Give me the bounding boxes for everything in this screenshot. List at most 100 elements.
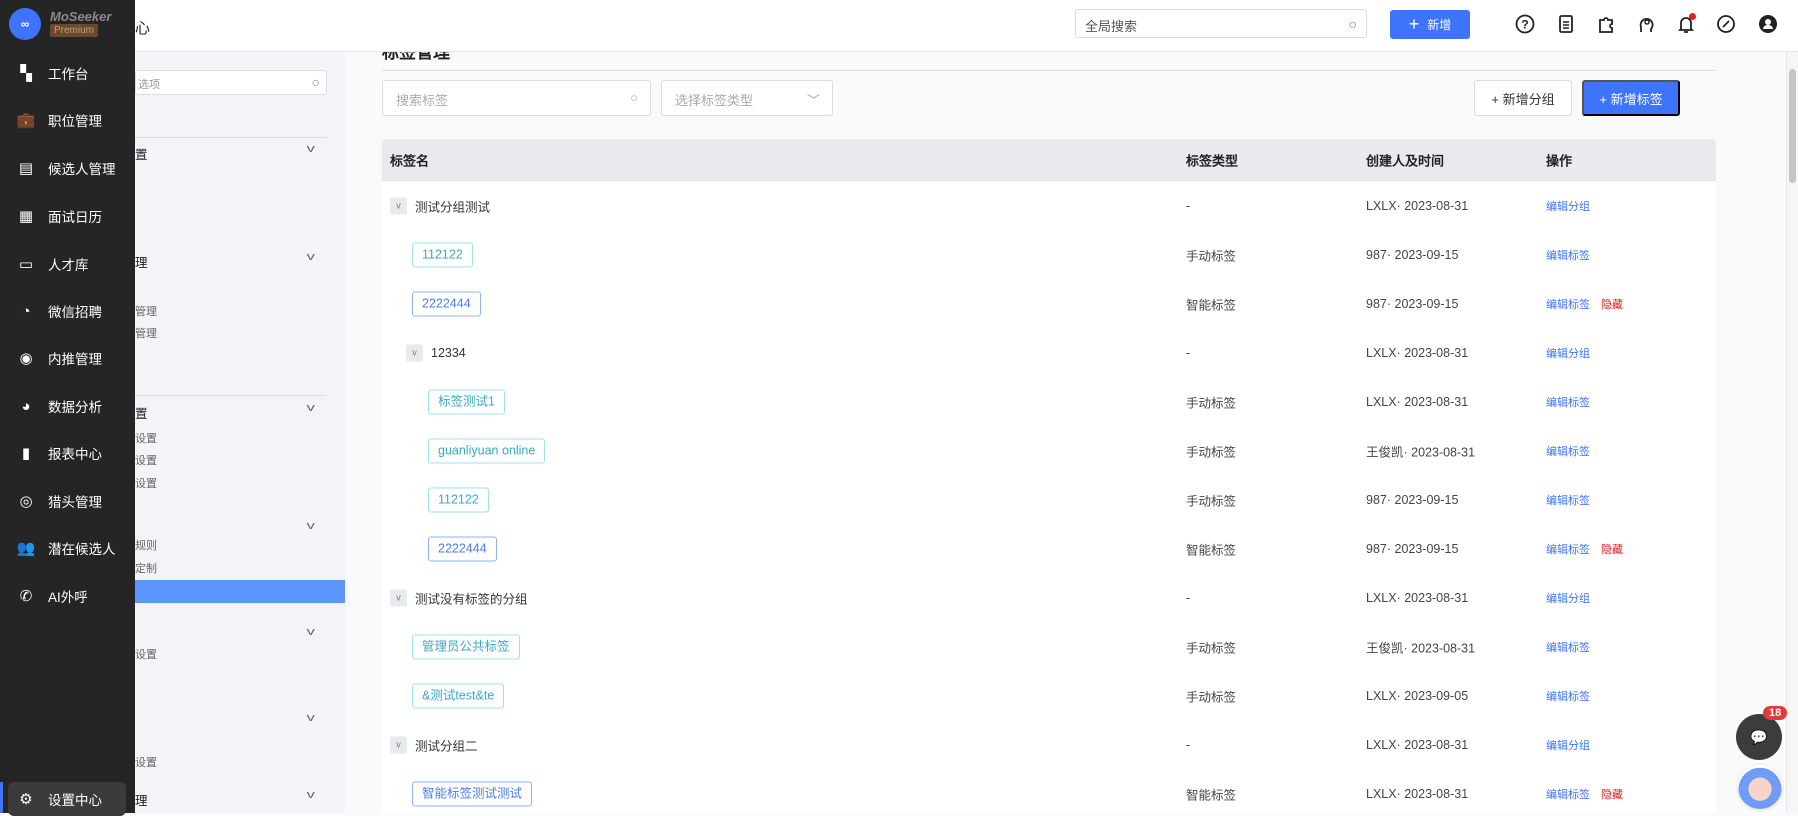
nav-item-5[interactable]: ▭ 人才库 [0,244,135,284]
notification-bell-icon[interactable] [1674,12,1698,36]
subnav-item[interactable]: 理 [135,790,148,809]
table-row: guanliyuan online 手动标签 王俊凯· 2023-08-31 编辑标签 [382,426,1716,475]
tag-chip[interactable]: 2222444 [412,291,481,316]
hide-link[interactable]: 隐藏 [1601,541,1623,557]
hide-link[interactable]: 隐藏 [1601,786,1623,802]
table-row: v 测试分组二 - LXLX· 2023-08-31 编辑分组 [382,720,1716,769]
subnav-item[interactable]: 设置 [135,452,157,468]
table-row: v 12334 - LXLX· 2023-08-31 编辑分组 [382,328,1716,377]
creator-time: LXLX· 2023-08-31 [1366,345,1469,360]
subnav-item[interactable]: 设置 [135,430,157,446]
subnav-item[interactable]: 规则 [135,537,157,553]
tag-search-input[interactable]: 搜索标签 ○ [382,80,651,116]
scrollbar-thumb[interactable] [1789,69,1796,183]
edit-tag-link[interactable]: 编辑标签 [1546,639,1590,655]
chevron-down-icon[interactable]: v [307,520,315,532]
edit-tag-link[interactable]: 编辑标签 [1546,247,1590,263]
chevron-down-icon: ﹀ [806,93,820,108]
subnav-divider [135,395,327,396]
subnav-item[interactable]: 设置 [135,754,157,770]
help-icon[interactable]: ? [1513,12,1537,36]
chevron-down-icon[interactable]: v [307,251,315,263]
link-icon[interactable] [1714,12,1738,36]
add-group-button[interactable]: + 新增分组 [1474,80,1572,116]
nav-item-9[interactable]: ▮ 报表中心 [0,433,135,473]
chevron-down-icon[interactable]: v [307,712,315,724]
nav-item-8[interactable]: ◕ 数据分析 [0,386,135,426]
subnav-search-input[interactable]: 选项 ○ [135,70,327,95]
edit-tag-link[interactable]: 编辑标签 [1546,541,1590,557]
active-indicator [0,782,3,813]
tag-chip[interactable]: 112122 [428,487,489,512]
tag-chip[interactable]: 智能标签测试测试 [412,781,533,806]
tag-chip[interactable]: 2222444 [428,536,497,561]
nav-item-label: 报表中心 [48,447,102,462]
collapse-toggle-chevron-icon[interactable]: v [390,736,407,753]
edit-group-link[interactable]: 编辑分组 [1546,590,1590,606]
tag-type-select[interactable]: 选择标签类型 ﹀ [661,80,833,116]
table-header: 标签名 标签类型 创建人及时间 操作 [382,139,1716,181]
subnav-item[interactable]: 置 [135,403,148,422]
collapse-toggle-chevron-icon[interactable]: v [406,344,423,361]
chat-button[interactable]: 💬 [1736,714,1782,760]
brain-icon[interactable] [1634,12,1658,36]
tag-chip[interactable]: 标签测试1 [428,389,505,414]
tag-chip[interactable]: guanliyuan online [428,438,546,463]
chevron-down-icon[interactable]: v [307,789,315,801]
subnav-item[interactable]: 置 [135,144,148,163]
edit-group-link[interactable]: 编辑分组 [1546,345,1590,361]
chevron-down-icon[interactable]: v [307,143,315,155]
moseeker-logo[interactable]: ∞ [9,8,41,40]
hide-link[interactable]: 隐藏 [1601,296,1623,312]
tag-chip[interactable]: 112122 [412,242,473,267]
tag-type: 手动标签 [1186,641,1237,655]
edit-tag-link[interactable]: 编辑标签 [1546,296,1590,312]
nav-item-3[interactable]: ▤ 候选人管理 [0,148,135,188]
nav-item-4[interactable]: ▦ 面试日历 [0,196,135,236]
subnav-item[interactable]: 管理 [135,325,157,341]
chevron-down-icon[interactable]: v [307,402,315,414]
user-avatar-icon[interactable] [1756,12,1780,36]
nav-item-settings[interactable]: ⚙ 设置中心 [8,782,126,816]
collapse-toggle-chevron-icon[interactable]: v [390,589,407,606]
group-name: 测试没有标签的分组 [415,592,528,606]
tag-chip[interactable]: 管理员公共标签 [412,634,520,659]
edit-group-link[interactable]: 编辑分组 [1546,737,1590,753]
edit-tag-link[interactable]: 编辑标签 [1546,443,1590,459]
tag-chip[interactable]: &测试test&te [412,683,505,708]
document-icon[interactable] [1554,12,1578,36]
edit-tag-link[interactable]: 编辑标签 [1546,492,1590,508]
subnav-item[interactable]: 理 [135,252,148,271]
ai-assistant-avatar[interactable] [1738,765,1782,809]
column-header-name: 标签名 [390,153,430,168]
subnav-item[interactable]: 定制 [135,560,157,576]
edit-tag-link[interactable]: 编辑标签 [1546,394,1590,410]
nav-item-12[interactable]: ✆ AI外呼 [0,576,135,616]
nav-item-6[interactable]: ◔ 微信招聘 [0,291,135,331]
creator-time: 王俊凯· 2023-08-31 [1366,641,1476,655]
nav-item-10[interactable]: ◎ 猎头管理 [0,481,135,521]
nav-item-7[interactable]: ◉ 内推管理 [0,338,135,378]
global-add-button[interactable]: + 新增 [1390,10,1470,39]
subnav-item-tag-management-active[interactable] [135,580,345,603]
plugin-icon[interactable] [1594,12,1618,36]
subnav-item[interactable]: 设置 [135,646,157,662]
id-card-icon: ▭ [18,256,34,273]
add-tag-button[interactable]: + 新增标签 [1582,80,1680,116]
creator-time: LXLX· 2023-08-31 [1366,590,1469,605]
global-search-input[interactable]: 全局搜索 ○ [1075,9,1367,38]
nav-item-2[interactable]: 💼 职位管理 [0,100,135,140]
nav-item-1[interactable]: ▚ 工作台 [0,53,135,93]
edit-tag-link[interactable]: 编辑标签 [1546,786,1590,802]
tag-type: - [1186,590,1191,605]
edit-group-link[interactable]: 编辑分组 [1546,198,1590,214]
global-search-placeholder: 全局搜索 [1085,19,1138,34]
nav-item-11[interactable]: 👥 潜在候选人 [0,528,135,568]
edit-tag-link[interactable]: 编辑标签 [1546,688,1590,704]
collapse-toggle-chevron-icon[interactable]: v [390,197,407,214]
chevron-down-icon[interactable]: v [307,626,315,638]
subnav-item[interactable]: 管理 [135,303,157,319]
creator-time: 王俊凯· 2023-08-31 [1366,445,1476,459]
nav-item-label: 猎头管理 [48,495,102,510]
subnav-item[interactable]: 设置 [135,475,157,491]
